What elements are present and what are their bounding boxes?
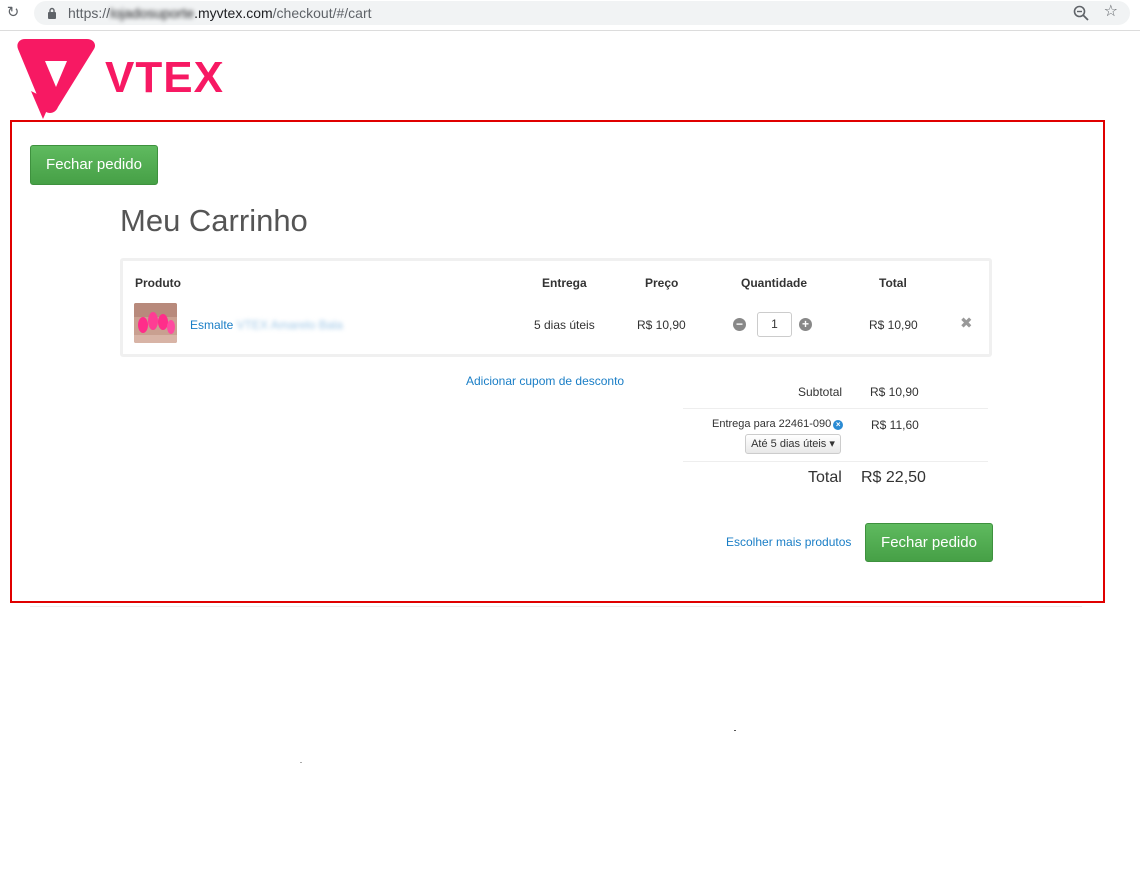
product-name-blurred: VTEX Amarelo Bala xyxy=(236,318,343,332)
summary-divider xyxy=(683,408,988,409)
url-host-blurred: lojadosuporte xyxy=(110,5,195,21)
decrease-quantity-button[interactable]: − xyxy=(733,318,746,331)
item-total: R$ 10,90 xyxy=(869,318,918,332)
vtex-logo-text: VTEX xyxy=(105,53,224,102)
close-order-button-bottom[interactable]: Fechar pedido xyxy=(865,523,993,562)
trademark-symbol: ™ xyxy=(217,62,223,68)
page-title: Meu Carrinho xyxy=(120,203,308,238)
zoom-icon[interactable] xyxy=(1072,4,1090,22)
url-text: https://lojadosuporte.myvtex.com/checkou… xyxy=(68,5,372,21)
stray-speck xyxy=(300,762,302,763)
stray-speck xyxy=(734,730,736,731)
caret-down-icon: ▾ xyxy=(829,438,835,450)
item-price: R$ 10,90 xyxy=(637,318,686,332)
item-delivery: 5 dias úteis xyxy=(534,318,595,332)
cart-table: Produto Entrega Preço Quantidade Total E… xyxy=(120,258,992,357)
reload-icon[interactable]: ↻ xyxy=(4,4,22,22)
browser-toolbar: ↻ https://lojadosuporte.myvtex.com/check… xyxy=(0,0,1140,31)
shipping-option-select[interactable]: Até 5 dias úteis ▾ xyxy=(745,434,841,454)
subtotal-label: Subtotal xyxy=(798,385,843,399)
increase-quantity-button[interactable]: + xyxy=(799,318,812,331)
summary-divider xyxy=(683,461,988,462)
product-name-link[interactable]: Esmalte VTEX Amarelo Bala xyxy=(190,318,343,332)
total-value: R$ 22,50 xyxy=(861,469,926,486)
column-header-price: Preço xyxy=(645,276,679,290)
column-header-product: Produto xyxy=(135,276,181,290)
bookmark-star-icon[interactable]: ☆ xyxy=(1104,3,1118,21)
edit-postal-code-icon[interactable]: × xyxy=(833,420,844,430)
column-header-delivery: Entrega xyxy=(542,276,587,290)
lock-icon xyxy=(48,7,56,19)
product-image[interactable] xyxy=(134,303,177,343)
vtex-logo-mark xyxy=(17,39,96,119)
total-label: Total xyxy=(808,469,842,486)
column-header-quantity: Quantidade xyxy=(741,276,808,290)
column-header-total: Total xyxy=(879,276,907,290)
vtex-logo[interactable]: VTEX ™ xyxy=(17,39,232,119)
shipping-label: Entrega para 22461-090 × xyxy=(712,418,844,430)
add-coupon-link[interactable]: Adicionar cupom de desconto xyxy=(466,374,624,388)
choose-more-products-link[interactable]: Escolher mais produtos xyxy=(726,535,851,549)
remove-item-icon[interactable]: ✖ xyxy=(960,316,973,331)
close-order-button-top[interactable]: Fechar pedido xyxy=(30,145,158,185)
address-bar[interactable]: https://lojadosuporte.myvtex.com/checkou… xyxy=(34,1,1130,25)
quantity-input[interactable]: 1 xyxy=(757,312,792,337)
shipping-value: R$ 11,60 xyxy=(871,418,919,432)
subtotal-value: R$ 10,90 xyxy=(870,385,919,399)
divider xyxy=(30,606,1082,607)
